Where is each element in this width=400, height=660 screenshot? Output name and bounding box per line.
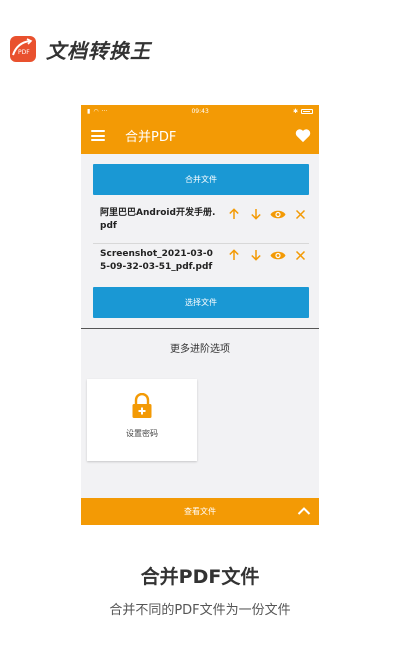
preview-eye-icon[interactable]	[269, 208, 287, 220]
wifi-icon: ◠	[93, 107, 99, 115]
set-password-card[interactable]: 设置密码	[87, 379, 197, 461]
caption-subtitle: 合并不同的PDF文件为一份文件	[109, 603, 291, 618]
content-area: 合并文件 阿里巴巴Android开发手册.pdf Screenshot_2021…	[81, 164, 319, 355]
pdf-logo-icon: PDF	[10, 36, 36, 62]
app-toolbar: 合并PDF	[81, 117, 319, 154]
hamburger-menu-icon[interactable]	[91, 130, 105, 141]
battery-icon	[301, 108, 313, 114]
list-item: 阿里巴巴Android开发手册.pdf	[93, 203, 309, 243]
svg-text:PDF: PDF	[18, 49, 30, 56]
status-time: 09:43	[191, 107, 209, 115]
signal-icon: ▮	[87, 107, 91, 115]
chevron-up-icon[interactable]	[297, 505, 311, 517]
select-files-button[interactable]: 选择文件	[93, 287, 309, 318]
heart-icon[interactable]	[295, 128, 311, 143]
file-actions	[225, 207, 309, 220]
view-files-label: 查看文件	[184, 507, 216, 516]
status-right-icons: ✱	[293, 108, 313, 115]
bluetooth-icon: ✱	[292, 107, 298, 115]
app-title: 文档转换王	[46, 38, 151, 63]
list-item: Screenshot_2021-03-05-09-32-03-51_pdf.pd…	[93, 243, 309, 283]
brand-header: PDF 文档转换王	[10, 34, 151, 64]
toolbar-title: 合并PDF	[125, 130, 177, 145]
move-up-icon[interactable]	[225, 249, 243, 261]
move-down-icon[interactable]	[247, 208, 265, 220]
file-name: Screenshot_2021-03-05-09-32-03-51_pdf.pd…	[100, 249, 213, 272]
move-down-icon[interactable]	[247, 249, 265, 261]
status-bar: ▮ ◠ ··· 09:43 ✱	[81, 105, 319, 117]
set-password-label: 设置密码	[126, 429, 158, 438]
file-actions	[225, 248, 309, 261]
file-name: 阿里巴巴Android开发手册.pdf	[100, 208, 216, 231]
more-dots-icon: ···	[101, 107, 108, 115]
advanced-options-title: 更多进阶选项	[170, 344, 230, 355]
status-left-icons: ▮ ◠ ···	[87, 108, 107, 115]
view-files-bar[interactable]: 查看文件	[81, 498, 319, 525]
preview-eye-icon[interactable]	[269, 249, 287, 261]
move-up-icon[interactable]	[225, 208, 243, 220]
file-list: 阿里巴巴Android开发手册.pdf Screenshot_2021-03-0…	[93, 203, 309, 283]
merge-files-button[interactable]: 合并文件	[93, 164, 309, 195]
lock-icon	[132, 393, 152, 418]
caption-title: 合并PDF文件	[140, 566, 260, 588]
remove-icon[interactable]	[291, 249, 309, 261]
phone-screenshot: ▮ ◠ ··· 09:43 ✱ 合并PDF 合并文件 阿里巴巴Android开发…	[81, 105, 319, 525]
remove-icon[interactable]	[291, 208, 309, 220]
divider	[81, 328, 319, 329]
